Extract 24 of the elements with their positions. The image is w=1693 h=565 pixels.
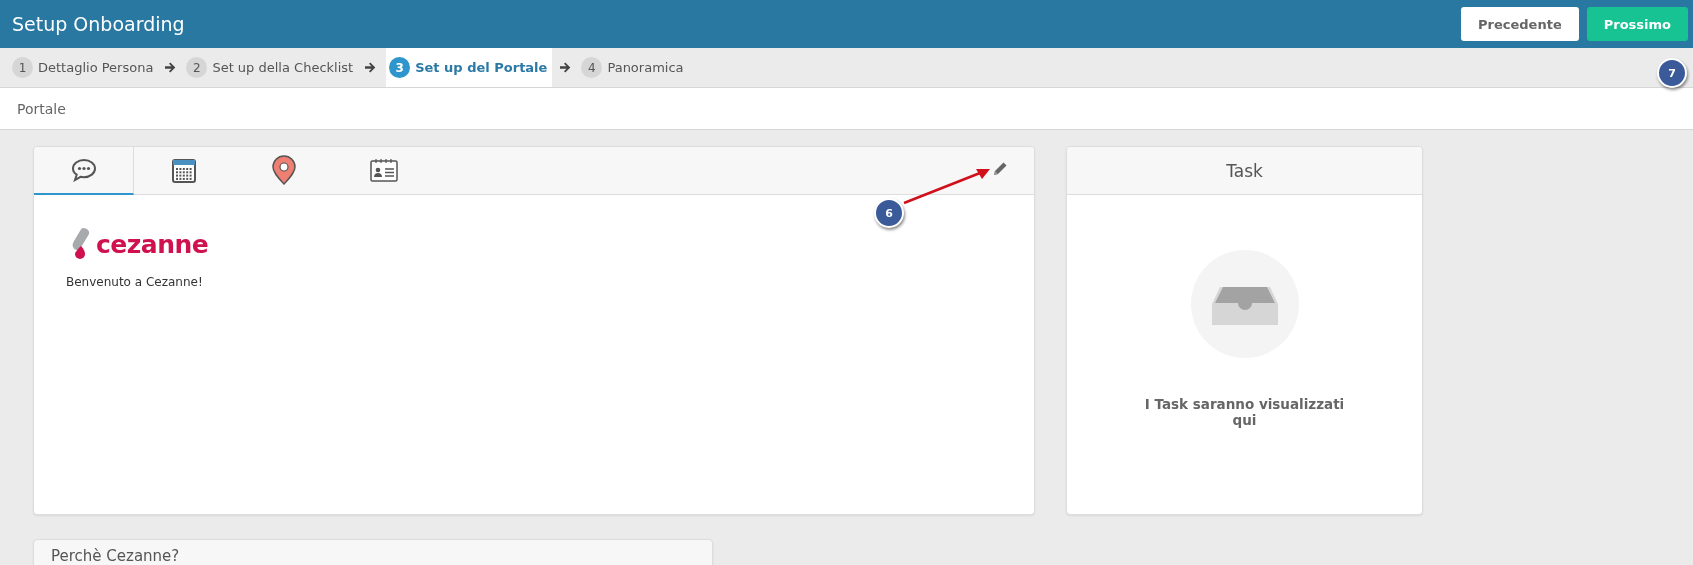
card-title: Perchè Cezanne? <box>50 546 181 565</box>
logo-text: cezanne <box>96 229 209 259</box>
empty-message: I Task saranno visualizzati qui <box>1144 396 1345 428</box>
wizard-step[interactable]: 3 Set up del Portale <box>386 48 553 87</box>
step-marker: 6 <box>874 198 904 228</box>
arrow-icon <box>165 62 177 73</box>
step-marker: 7 <box>1657 58 1687 88</box>
section-title: Portale <box>17 100 66 117</box>
welcome-text: Benvenuto a Cezanne! <box>66 275 204 289</box>
card-title: Task <box>1226 160 1263 181</box>
chat-icon <box>70 158 97 182</box>
previous-button[interactable]: Precedente <box>1461 7 1579 41</box>
wizard-step[interactable]: 2 Set up della Checklist <box>186 48 358 87</box>
arrow-icon <box>560 62 572 73</box>
wizard-step[interactable]: 4 Panoramica <box>581 48 688 87</box>
wizard-step[interactable]: 1 Dettaglio Persona <box>12 48 158 87</box>
portal-tab[interactable] <box>34 147 134 195</box>
arrow-icon <box>365 62 377 73</box>
contact-card-icon <box>370 158 398 182</box>
map-pin-icon <box>271 155 297 185</box>
calendar-icon <box>172 157 196 183</box>
logo-mark-icon <box>70 227 92 261</box>
page-title: Setup Onboarding <box>12 13 185 35</box>
edit-icon[interactable] <box>992 161 1008 177</box>
